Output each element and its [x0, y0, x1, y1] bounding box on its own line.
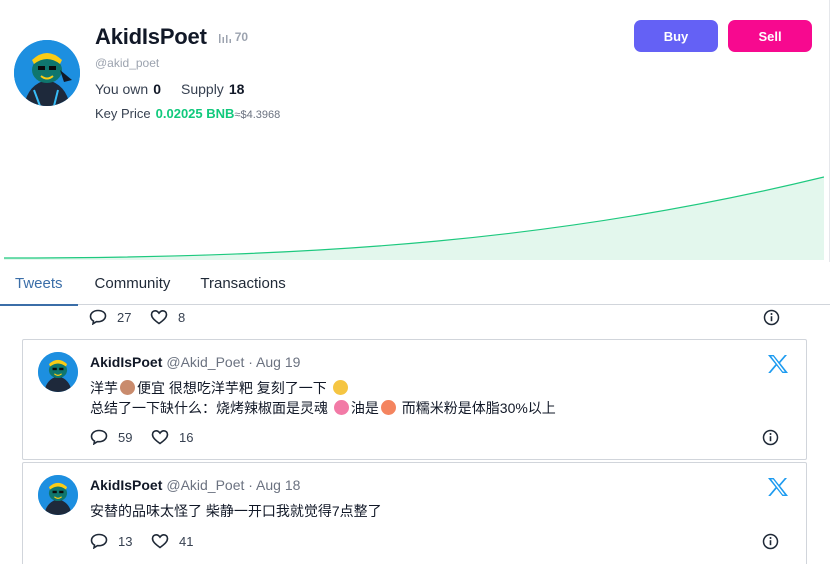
tweet-actions: 59 16	[90, 429, 806, 449]
price-curve-chart	[4, 176, 824, 260]
tweet-actions: 13 41	[90, 533, 806, 553]
smile-emoji-icon	[332, 380, 348, 395]
profile-header: AkidIsPoet 70 @akid_poet You own 0 Suppl…	[0, 0, 830, 262]
info-icon	[763, 309, 780, 326]
bar-chart-icon	[218, 33, 231, 43]
previous-tweet-actions: 27 8	[22, 306, 807, 336]
tweet-meta: @Akid_Poet · Aug 18	[166, 477, 301, 493]
name-row: AkidIsPoet 70	[95, 24, 248, 50]
you-own-value: 0	[153, 81, 161, 97]
info-icon	[762, 533, 779, 550]
heart-icon	[150, 309, 168, 325]
reply-button[interactable]: 13	[90, 533, 132, 549]
buy-button[interactable]: Buy	[634, 20, 718, 52]
reply-count: 13	[118, 533, 133, 549]
profile-name: AkidIsPoet	[95, 24, 207, 49]
you-own-label: You own	[95, 81, 149, 97]
like-count: 16	[179, 429, 194, 445]
peach-emoji-icon	[380, 400, 396, 415]
tweet-author: AkidIsPoet	[90, 477, 163, 493]
avatar	[14, 40, 80, 106]
tweet-card[interactable]: AkidIsPoet @Akid_Poet · Aug 18 安替的品味太怪了 …	[22, 462, 807, 564]
info-button[interactable]	[763, 309, 790, 326]
x-logo-icon[interactable]	[767, 354, 789, 374]
key-price: Key Price 0.02025 BNB ≈$4.3968	[95, 106, 280, 121]
rank-value: 70	[234, 30, 249, 44]
tab-community[interactable]: Community	[95, 263, 171, 305]
tweet-text: 洋芋 便宜 很想吃洋芋粑 复刻了一下 总结了一下缺什么：烧烤辣椒面是灵魂 油是 而…	[90, 378, 556, 418]
tweet-line-1: 洋芋 便宜 很想吃洋芋粑 复刻了一下	[90, 378, 556, 398]
tweet-line-2: 总结了一下缺什么：烧烤辣椒面是灵魂 油是 而糯米粉是体脂30%以上	[90, 400, 556, 416]
avatar	[38, 475, 78, 515]
reply-icon	[90, 429, 108, 445]
tab-bar: Tweets Community Transactions	[0, 263, 830, 306]
tweet-text: 安替的品味太怪了 柴静一开口我就觉得7点整了	[90, 501, 382, 521]
tweet-meta: @Akid_Poet · Aug 19	[166, 354, 301, 370]
key-price-usd: ≈$4.3968	[234, 109, 281, 121]
key-price-bnb: 0.02025 BNB	[155, 106, 235, 121]
info-button[interactable]	[762, 533, 789, 550]
reply-button[interactable]: 27	[89, 309, 131, 325]
tab-transactions[interactable]: Transactions	[200, 263, 285, 305]
reply-icon	[90, 533, 108, 549]
x-logo-icon[interactable]	[767, 477, 789, 497]
info-button[interactable]	[762, 429, 789, 446]
potato-emoji-icon	[120, 380, 135, 395]
tab-tweets[interactable]: Tweets	[0, 263, 77, 306]
tweet-card[interactable]: AkidIsPoet @Akid_Poet · Aug 19 洋芋 便宜 很想吃洋…	[22, 339, 807, 460]
tweet-author: AkidIsPoet	[90, 354, 163, 370]
profile-handle: @akid_poet	[95, 56, 160, 70]
info-icon	[762, 429, 779, 446]
heart-icon	[151, 533, 169, 549]
holdings: You own 0 Supply 18	[95, 81, 244, 97]
reply-count: 27	[117, 309, 132, 325]
sell-button[interactable]: Sell	[728, 20, 812, 52]
heart-icon	[151, 429, 169, 445]
reply-count: 59	[118, 429, 133, 445]
like-button[interactable]: 8	[150, 309, 185, 325]
like-count: 41	[179, 533, 194, 549]
tweet-header: AkidIsPoet @Akid_Poet · Aug 18	[90, 477, 300, 493]
reply-button[interactable]: 59	[90, 429, 132, 445]
tweet-header: AkidIsPoet @Akid_Poet · Aug 19	[90, 354, 300, 370]
supply-value: 18	[228, 81, 245, 97]
like-button[interactable]: 41	[151, 533, 193, 549]
price-curve-area	[4, 177, 824, 260]
like-count: 8	[178, 309, 186, 325]
rank: 70	[218, 30, 249, 44]
supply-label: Supply	[181, 81, 224, 97]
like-button[interactable]: 16	[151, 429, 193, 445]
tweet-line-1: 安替的品味太怪了 柴静一开口我就觉得7点整了	[90, 503, 382, 519]
key-price-label: Key Price	[95, 106, 151, 121]
pig-emoji-icon	[333, 400, 349, 415]
reply-icon	[89, 309, 107, 325]
avatar	[38, 352, 78, 392]
